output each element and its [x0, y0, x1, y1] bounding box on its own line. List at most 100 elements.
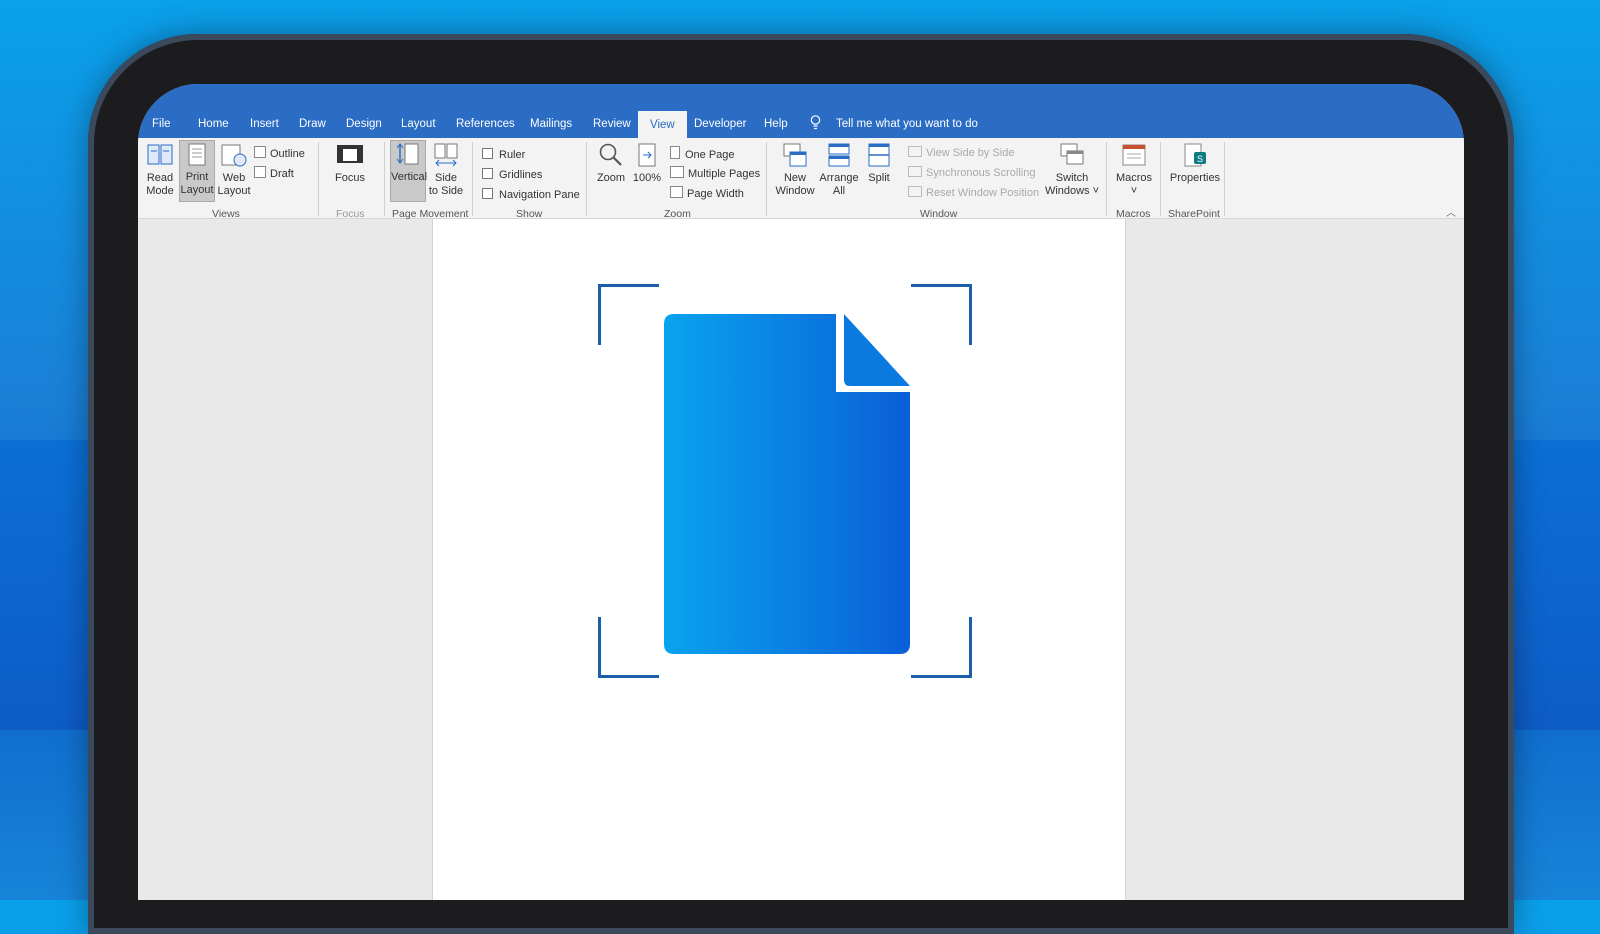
- checkbox-icon: [482, 148, 493, 159]
- print-layout-icon: [188, 143, 206, 166]
- outline-label: Outline: [270, 148, 305, 160]
- corner-bracket: [598, 617, 659, 678]
- reset-window-position-button[interactable]: Reset Window Position: [908, 186, 1039, 200]
- one-page-label: One Page: [685, 149, 735, 161]
- checkbox-icon: [482, 168, 493, 179]
- multiple-pages-button[interactable]: Multiple Pages: [670, 166, 760, 181]
- read-mode-icon: [147, 144, 173, 165]
- outline-icon: [254, 146, 266, 158]
- web-layout-icon: [221, 144, 247, 167]
- ruler-label: Ruler: [499, 149, 526, 161]
- page-width-icon: [670, 186, 683, 198]
- navigation-pane-checkbox[interactable]: Navigation Pane: [482, 188, 580, 201]
- read-mode-label-1: Read: [146, 172, 174, 184]
- word-window: File Home Insert Draw Design Layout Refe…: [138, 84, 1464, 900]
- synchronous-scrolling-button[interactable]: Synchronous Scrolling: [908, 166, 1035, 180]
- tab-mailings[interactable]: Mailings: [530, 118, 572, 130]
- draft-label: Draft: [270, 168, 294, 180]
- side-to-side-label-1: Side: [434, 172, 458, 184]
- ruler-checkbox[interactable]: Ruler: [482, 148, 525, 161]
- switch-windows-label-2: Windows ˅: [1044, 185, 1100, 197]
- side-to-side-button[interactable]: Side to Side: [428, 142, 464, 198]
- page-width-button[interactable]: Page Width: [670, 186, 744, 201]
- svg-text:S: S: [1197, 154, 1203, 164]
- document-canvas: [138, 219, 1464, 900]
- navigation-pane-label: Navigation Pane: [499, 189, 580, 201]
- zoom-100-label: 100%: [632, 172, 662, 184]
- sync-scroll-icon: [908, 166, 922, 177]
- tab-file[interactable]: File: [152, 118, 171, 130]
- gridlines-checkbox[interactable]: Gridlines: [482, 168, 542, 181]
- print-layout-button[interactable]: Print Layout: [179, 140, 215, 202]
- new-window-icon: [783, 143, 807, 167]
- magnifier-icon: [599, 143, 622, 166]
- tab-help[interactable]: Help: [764, 118, 788, 130]
- arrange-all-label-2: All: [832, 185, 846, 197]
- tab-draw[interactable]: Draw: [299, 118, 326, 130]
- gridlines-label: Gridlines: [499, 169, 543, 181]
- focus-label: Focus: [335, 172, 365, 184]
- print-layout-label-1: Print: [185, 171, 209, 183]
- web-layout-button[interactable]: Web Layout: [216, 142, 252, 198]
- properties-icon: S: [1184, 143, 1206, 167]
- vertical-scroll-icon: [396, 143, 419, 165]
- separator: [1160, 142, 1161, 216]
- side-to-side-icon: [434, 143, 458, 167]
- ribbon-view: Read Mode Print Layout Web Layout Outlin…: [138, 138, 1464, 220]
- switch-windows-icon: [1060, 143, 1084, 165]
- tab-developer[interactable]: Developer: [694, 118, 746, 130]
- draft-button[interactable]: Draft: [254, 166, 294, 181]
- zoom-label: Zoom: [596, 172, 626, 184]
- separator: [318, 142, 319, 216]
- macros-icon: [1122, 144, 1146, 166]
- reset-window-position-label: Reset Window Position: [926, 187, 1040, 199]
- tab-review[interactable]: Review: [593, 118, 631, 130]
- ribbon-tab-bar: File Home Insert Draw Design Layout Refe…: [138, 84, 1464, 138]
- zoom-100-button[interactable]: 100%: [632, 142, 662, 185]
- split-label: Split: [868, 172, 890, 184]
- split-button[interactable]: Split: [862, 142, 896, 185]
- corner-bracket: [911, 617, 972, 678]
- zoom-button[interactable]: Zoom: [594, 142, 628, 185]
- tab-design[interactable]: Design: [346, 118, 382, 130]
- draft-icon: [254, 166, 266, 178]
- one-page-button[interactable]: One Page: [670, 146, 735, 162]
- web-layout-label-1: Web: [222, 172, 246, 184]
- view-side-by-side-button[interactable]: View Side by Side: [908, 146, 1014, 160]
- macros-button[interactable]: Macros ˅: [1114, 142, 1154, 198]
- new-window-button[interactable]: New Window: [772, 142, 818, 198]
- vertical-label: Vertical: [391, 171, 428, 183]
- one-page-icon: [670, 146, 680, 159]
- properties-button[interactable]: S Properties: [1168, 142, 1222, 185]
- multiple-pages-label: Multiple Pages: [688, 168, 761, 180]
- focus-button[interactable]: Focus: [330, 142, 370, 185]
- vertical-button[interactable]: Vertical: [390, 140, 428, 202]
- document-page[interactable]: [432, 219, 1126, 900]
- tell-me-search[interactable]: Tell me what you want to do: [836, 118, 978, 130]
- tab-references[interactable]: References: [456, 118, 515, 130]
- separator: [472, 142, 473, 216]
- synchronous-scrolling-label: Synchronous Scrolling: [926, 167, 1036, 179]
- switch-windows-button[interactable]: Switch Windows ˅: [1044, 142, 1100, 198]
- split-icon: [868, 143, 890, 167]
- separator: [1106, 142, 1107, 216]
- read-mode-button[interactable]: Read Mode: [142, 142, 178, 198]
- reset-window-icon: [908, 186, 922, 197]
- read-mode-label-2: Mode: [146, 185, 174, 197]
- focus-icon: [337, 145, 363, 163]
- tab-insert[interactable]: Insert: [250, 118, 279, 130]
- outline-button[interactable]: Outline: [254, 146, 305, 161]
- macros-dropdown-arrow: ˅: [1130, 185, 1138, 197]
- arrange-all-button[interactable]: Arrange All: [818, 142, 860, 198]
- side-to-side-label-2: to Side: [428, 185, 464, 197]
- tab-home[interactable]: Home: [198, 118, 229, 130]
- print-layout-label-2: Layout: [180, 184, 214, 196]
- switch-windows-label-1: Switch: [1055, 172, 1089, 184]
- tab-view[interactable]: View: [638, 111, 687, 138]
- lightbulb-icon: [810, 115, 821, 130]
- corner-bracket: [911, 284, 972, 345]
- document-icon: [664, 314, 910, 654]
- collapse-ribbon-icon[interactable]: ︿: [1446, 204, 1456, 219]
- separator: [766, 142, 767, 216]
- tab-layout[interactable]: Layout: [401, 118, 436, 130]
